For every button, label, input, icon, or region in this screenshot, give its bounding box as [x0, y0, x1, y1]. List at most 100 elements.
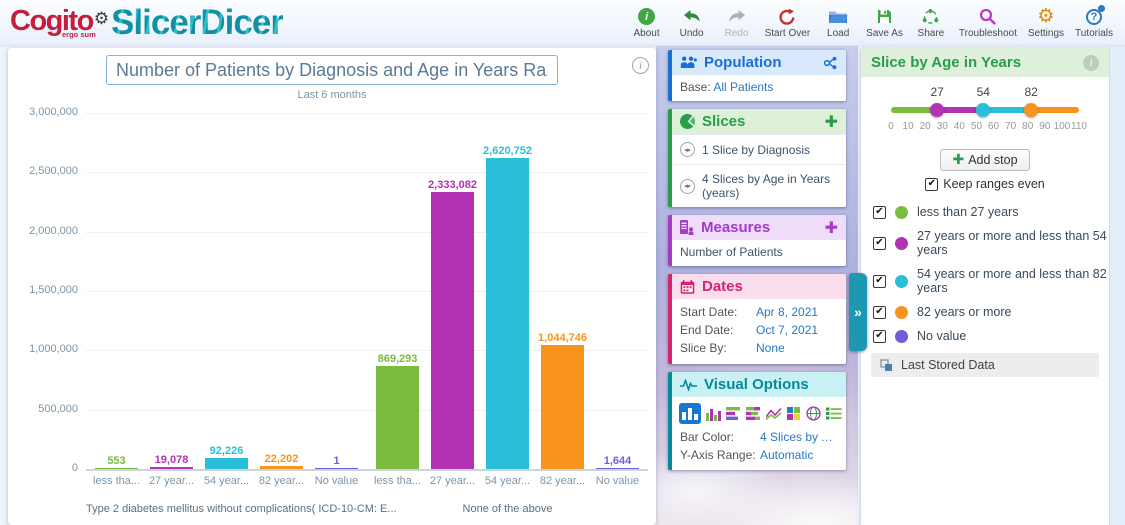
slider-tick-label: 80	[1022, 121, 1033, 132]
toolbar-about[interactable]: i About	[630, 7, 664, 39]
toolbar-tutorials[interactable]: ? Tutorials	[1075, 7, 1113, 39]
vertical-bar-chart-icon[interactable]	[679, 403, 701, 424]
bar-value-label: 1,644	[604, 455, 632, 467]
y-axis-range-row: Y-Axis Range: Automatic	[672, 446, 846, 470]
redo-arrow-icon	[727, 7, 747, 27]
chart-subtitle: Last 6 months	[8, 89, 656, 101]
legend-item[interactable]: 27 years or more and less than 54 years	[873, 229, 1109, 257]
slider-tick-label: 0	[888, 121, 894, 132]
heatmap-chart-icon[interactable]	[787, 407, 801, 420]
add-slice-icon[interactable]: ✚	[825, 114, 838, 130]
slider-stop-value: 27	[930, 85, 943, 99]
share-nodes-icon	[922, 7, 939, 27]
dates-card: Dates Start Date: Apr 8, 2021 End Date: …	[668, 274, 846, 364]
slider-tick-label: 30	[937, 121, 948, 132]
double-chevron-icon: »	[854, 304, 862, 320]
slider-tick-label: 60	[988, 121, 999, 132]
measure-item[interactable]: Number of Patients	[672, 240, 846, 266]
slice-by-row: Slice By: None	[672, 339, 846, 357]
add-measure-icon[interactable]: ✚	[825, 220, 838, 236]
slicerdicer-wordmark: SlicerDicer	[111, 4, 283, 42]
x-axis-category-label: No value	[309, 475, 364, 487]
horizontal-bar-chart-icon[interactable]	[726, 407, 741, 420]
line-chart-icon[interactable]	[766, 407, 782, 420]
bar	[431, 192, 474, 469]
legend-checkbox[interactable]	[873, 275, 886, 288]
calendar-icon	[680, 280, 695, 294]
x-axis-category-label: No value	[590, 475, 645, 487]
legend-color-dot	[895, 275, 908, 288]
slice-item-diagnosis[interactable]: ◂▸ 1 Slice by Diagnosis	[672, 134, 846, 164]
bar	[260, 466, 303, 469]
slider-stop-value: 82	[1024, 85, 1037, 99]
toolbar-troubleshoot[interactable]: Troubleshoot	[959, 7, 1017, 39]
slider-tick-label: 10	[903, 121, 914, 132]
toolbar-load[interactable]: Load	[821, 7, 855, 39]
measures-clipboard-icon	[680, 220, 694, 235]
legend-item[interactable]: less than 27 years	[873, 205, 1109, 219]
slice-item-age[interactable]: ◂▸ 4 Slices by Age in Years (years)	[672, 164, 846, 207]
slices-card: Slices ✚ ◂▸ 1 Slice by Diagnosis ◂▸ 4 Sl…	[668, 109, 846, 207]
legend-color-dot	[895, 330, 908, 343]
x-axis-category-label: 82 year...	[535, 475, 590, 487]
stacked-bar-chart-icon[interactable]	[746, 407, 761, 420]
last-stored-data-row[interactable]: Last Stored Data	[871, 353, 1099, 377]
app-header: Cogito ergo sum ⚙ SlicerDicer i About Un…	[0, 0, 1125, 46]
hierarchy-icon[interactable]	[823, 56, 838, 70]
slider-stop-handle[interactable]	[976, 103, 990, 117]
add-stop-button[interactable]: ✚ Add stop	[940, 149, 1029, 171]
measures-title: Measures	[701, 219, 770, 236]
slider-stop-handle[interactable]	[930, 103, 944, 117]
plus-icon: ✚	[952, 153, 964, 167]
slice-by-link[interactable]: None	[756, 341, 785, 355]
criteria-panel-column: Population Base: All Patients Slices ✚	[656, 46, 858, 525]
slice-detail-column: Slice by Age in Years i 0102030405060708…	[858, 46, 1125, 525]
y-axis-range-link[interactable]: Automatic	[760, 448, 813, 462]
legend-color-dot	[895, 237, 908, 250]
legend-checkbox[interactable]	[873, 237, 886, 250]
bar	[541, 345, 584, 469]
y-axis-tick-label: 1,500,000	[29, 284, 78, 296]
toolbar-settings[interactable]: ⚙ Settings	[1028, 7, 1064, 39]
toolbar-undo[interactable]: Undo	[675, 7, 709, 39]
plot-area: 55319,07892,22622,2021869,2932,333,0822,…	[86, 113, 648, 469]
population-card: Population Base: All Patients	[668, 50, 846, 101]
x-axis-category-label: 54 year...	[480, 475, 535, 487]
slider-stop-handle[interactable]	[1024, 103, 1038, 117]
legend-item[interactable]: 54 years or more and less than 82 years	[873, 267, 1109, 295]
age-slice-legend: less than 27 years 27 years or more and …	[873, 205, 1109, 343]
age-range-slider[interactable]: 0102030405060708090100110 275482	[891, 85, 1079, 147]
chart-title-input[interactable]	[106, 55, 558, 85]
list-chart-icon[interactable]	[826, 407, 842, 420]
toolbar: i About Undo Redo Start Over	[630, 7, 1119, 39]
chart-info-icon[interactable]: i	[632, 57, 649, 74]
end-date-link[interactable]: Oct 7, 2021	[756, 323, 818, 337]
globe-chart-icon[interactable]	[806, 406, 821, 421]
toolbar-save-as[interactable]: Save As	[866, 7, 903, 39]
pie-slice-icon	[680, 114, 695, 129]
end-date-row: End Date: Oct 7, 2021	[672, 321, 846, 339]
legend-item[interactable]: No value	[873, 329, 1109, 343]
legend-checkbox[interactable]	[873, 330, 886, 343]
bar-value-label: 19,078	[155, 454, 189, 466]
legend-item[interactable]: 82 years or more	[873, 305, 1109, 319]
grouped-bar-chart-icon[interactable]	[706, 407, 721, 421]
start-date-link[interactable]: Apr 8, 2021	[756, 305, 818, 319]
toolbar-share[interactable]: Share	[914, 7, 948, 39]
people-icon	[680, 56, 697, 69]
keep-ranges-checkbox[interactable]	[925, 178, 938, 191]
legend-checkbox[interactable]	[873, 206, 886, 219]
legend-checkbox[interactable]	[873, 306, 886, 319]
slice-panel-info-icon[interactable]: i	[1083, 55, 1099, 71]
group-label-diagnosis: Type 2 diabetes mellitus without complic…	[86, 503, 367, 515]
toolbar-start-over[interactable]: Start Over	[765, 7, 811, 39]
expand-panel-tab[interactable]: »	[849, 273, 867, 351]
bar-value-label: 92,226	[210, 445, 244, 457]
population-base-link[interactable]: All Patients	[713, 80, 773, 94]
x-axis-category-label: less tha...	[370, 475, 425, 487]
bar-color-link[interactable]: 4 Slices by Age in Yea...	[760, 430, 838, 444]
pulse-icon	[680, 379, 697, 391]
x-axis-category-label: less tha...	[89, 475, 144, 487]
scrollbar-strip[interactable]	[1109, 46, 1125, 525]
y-axis-tick-label: 1,000,000	[29, 343, 78, 355]
